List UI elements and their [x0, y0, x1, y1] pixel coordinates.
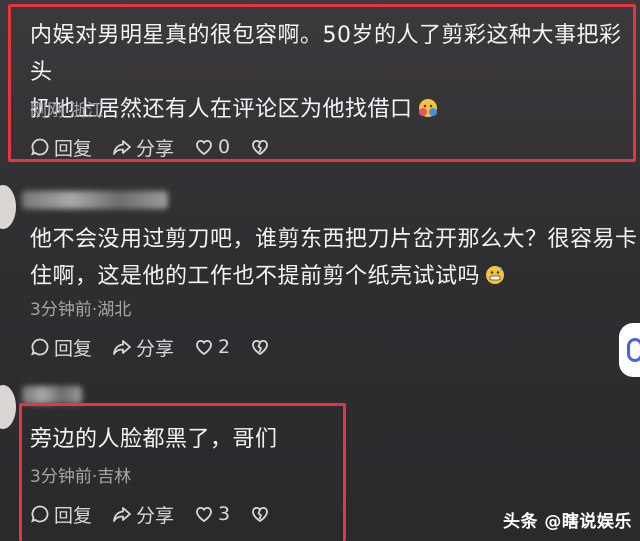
comment-feed: 内娱对男明星真的很包容啊。50岁的人了剪彩这种大事把彩头 扔地上居然还有人在评论… — [0, 0, 640, 541]
broken-heart-icon — [252, 506, 269, 522]
share-arrow-icon — [113, 507, 131, 522]
reply-button[interactable]: 回复 — [30, 334, 92, 361]
like-button[interactable]: 2 — [194, 336, 230, 358]
comment-meta: 刚刚·浙江 — [30, 101, 104, 121]
username-blurred — [22, 191, 168, 209]
share-button[interactable]: 分享 — [112, 334, 174, 361]
avatar[interactable] — [0, 185, 16, 229]
speech-bubble-icon — [31, 505, 49, 523]
dislike-button[interactable] — [250, 137, 274, 157]
comment-meta: 3分钟前·湖北 — [30, 300, 132, 320]
grimacing-sweat-emoji — [486, 266, 505, 284]
speech-bubble-icon — [31, 338, 49, 356]
watermark: 头条 @瞎说娱乐 — [503, 512, 632, 532]
heart-icon — [196, 506, 212, 523]
broken-heart-icon — [252, 339, 269, 355]
speech-bubble-icon — [31, 138, 49, 156]
broken-heart-icon — [252, 139, 269, 155]
share-button[interactable]: 分享 — [112, 501, 174, 528]
reply-button[interactable]: 回复 — [30, 501, 92, 528]
share-arrow-icon — [113, 140, 131, 155]
username-blurred — [22, 386, 82, 404]
like-button[interactable]: 0 — [194, 136, 230, 158]
comment-text: 旁边的人脸都黑了，哥们 — [30, 427, 278, 452]
share-button[interactable]: 分享 — [112, 134, 174, 161]
comment-actions: 回复 分享 0 — [30, 133, 294, 161]
comment-text: 他不会没用过剪刀吧，谁剪东西把刀片岔开那么大？很容易卡 住啊，这是他的工作也不提… — [30, 227, 638, 289]
reply-button[interactable]: 回复 — [30, 134, 92, 161]
app-icon — [627, 338, 640, 362]
heart-icon — [196, 139, 212, 156]
comment-meta: 3分钟前·吉林 — [30, 467, 132, 487]
share-arrow-icon — [113, 340, 131, 355]
floating-side-button[interactable] — [619, 323, 640, 377]
comment-text: 内娱对男明星真的很包容啊。50岁的人了剪彩这种大事把彩头 扔地上居然还有人在评论… — [30, 23, 622, 122]
dislike-button[interactable] — [250, 337, 274, 357]
avatar[interactable] — [0, 385, 16, 429]
like-button[interactable]: 3 — [194, 503, 230, 525]
heart-icon — [196, 339, 212, 356]
comment-actions: 回复 分享 3 — [30, 500, 294, 528]
comment-actions: 回复 分享 2 — [30, 333, 294, 361]
dislike-button[interactable] — [250, 504, 274, 524]
hugging-face-emoji — [418, 99, 437, 117]
